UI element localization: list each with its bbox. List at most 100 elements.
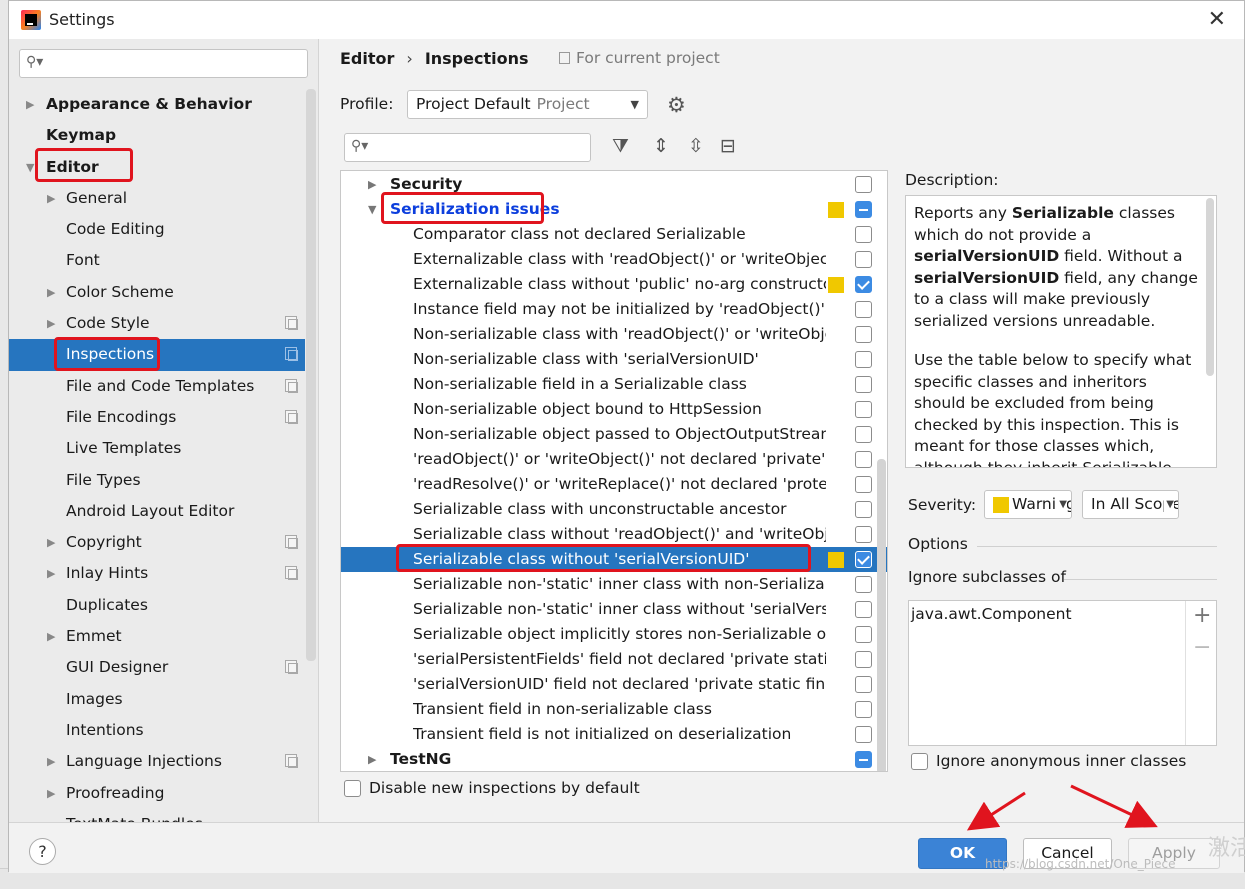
inspection-row[interactable]: Non-serializable object passed to Object…	[341, 422, 887, 447]
inspection-row[interactable]: Externalizable class without 'public' no…	[341, 272, 887, 297]
sidebar-item-color-scheme[interactable]: ▶ Color Scheme	[9, 277, 305, 308]
collapse-all-icon[interactable]: ⇳	[688, 135, 704, 157]
sidebar-item-code-editing[interactable]: Code Editing	[9, 214, 305, 245]
gear-icon[interactable]: ⚙	[667, 93, 686, 117]
sidebar-item-gui-designer[interactable]: GUI Designer	[9, 652, 305, 683]
inspection-checkbox[interactable]	[855, 651, 872, 668]
inspection-checkbox[interactable]	[855, 526, 872, 543]
inspection-row[interactable]: Non-serializable class with 'readObject(…	[341, 322, 887, 347]
sidebar-item-file-types[interactable]: File Types	[9, 465, 305, 496]
inspection-row[interactable]: 'readObject()' or 'writeObject()' not de…	[341, 447, 887, 472]
reset-to-default-icon[interactable]: ⊟	[720, 135, 736, 157]
sidebar-item-duplicates[interactable]: Duplicates	[9, 590, 305, 621]
inspection-checkbox[interactable]	[855, 726, 872, 743]
sidebar-item-android-layout-editor[interactable]: Android Layout Editor	[9, 496, 305, 527]
sidebar-item-general[interactable]: ▶ General	[9, 183, 305, 214]
add-icon[interactable]: +	[1193, 603, 1211, 628]
sidebar-item-copyright[interactable]: ▶ Copyright	[9, 527, 305, 558]
sidebar-item-emmet[interactable]: ▶ Emmet	[9, 621, 305, 652]
inspection-row[interactable]: Serializable object implicitly stores no…	[341, 622, 887, 647]
sidebar-item-inlay-hints[interactable]: ▶ Inlay Hints	[9, 558, 305, 589]
sidebar-item-proofreading[interactable]: ▶ Proofreading	[9, 778, 305, 809]
inspection-row[interactable]: Transient field in non-serializable clas…	[341, 697, 887, 722]
description-scrollbar[interactable]	[1206, 198, 1214, 376]
inspection-row[interactable]: Serializable non-'static' inner class wi…	[341, 572, 887, 597]
inspection-checkbox[interactable]	[855, 601, 872, 618]
inspection-row[interactable]: Non-serializable object bound to HttpSes…	[341, 397, 887, 422]
inspection-row[interactable]: Serializable non-'static' inner class wi…	[341, 597, 887, 622]
sidebar-item-language-injections[interactable]: ▶ Language Injections	[9, 746, 305, 777]
sidebar-item-editor[interactable]: ▼ Editor	[9, 152, 305, 183]
inspection-checkbox[interactable]	[855, 426, 872, 443]
filter-icon[interactable]: ⧩	[612, 135, 629, 157]
inspection-row[interactable]: Externalizable class with 'readObject()'…	[341, 247, 887, 272]
inspection-checkbox[interactable]	[855, 451, 872, 468]
chevron-right-icon[interactable]: ▶	[368, 747, 376, 771]
inspection-checkbox[interactable]	[855, 376, 872, 393]
chevron-right-icon[interactable]: ▶	[47, 778, 55, 809]
inspection-row[interactable]: Serializable class without 'readObject()…	[341, 522, 887, 547]
inspection-checkbox[interactable]	[855, 351, 872, 368]
chevron-down-icon[interactable]: ▼	[368, 197, 376, 222]
inspection-checkbox[interactable]	[855, 301, 872, 318]
chevron-right-icon[interactable]: ▶	[47, 277, 55, 308]
breadcrumb-editor[interactable]: Editor	[340, 49, 394, 68]
inspection-checkbox[interactable]	[855, 551, 872, 568]
sidebar-item-intentions[interactable]: Intentions	[9, 715, 305, 746]
sidebar-item-live-templates[interactable]: Live Templates	[9, 433, 305, 464]
ignore-anonymous-checkbox[interactable]	[911, 753, 928, 770]
inspection-category[interactable]: ▶ Security	[341, 172, 887, 197]
sidebar-scrollbar[interactable]	[306, 89, 316, 661]
chevron-right-icon[interactable]: ▶	[47, 308, 55, 339]
sidebar-item-inspections[interactable]: Inspections	[9, 339, 305, 371]
scope-dropdown[interactable]: In All Scopes ▼	[1082, 490, 1179, 519]
help-button[interactable]: ?	[29, 838, 56, 865]
inspection-row[interactable]: 'serialPersistentFields' field not decla…	[341, 647, 887, 672]
sidebar-item-file-encodings[interactable]: File Encodings	[9, 402, 305, 433]
sidebar-item-font[interactable]: Font	[9, 245, 305, 276]
close-icon[interactable]: ✕	[1208, 7, 1226, 32]
inspection-checkbox[interactable]	[855, 751, 872, 768]
inspection-checkbox[interactable]	[855, 251, 872, 268]
inspection-scrollbar[interactable]	[877, 459, 886, 771]
sidebar-item-keymap[interactable]: Keymap	[9, 120, 305, 151]
inspection-checkbox[interactable]	[855, 176, 872, 193]
chevron-right-icon[interactable]: ▶	[26, 89, 34, 120]
chevron-right-icon[interactable]: ▶	[47, 558, 55, 589]
severity-dropdown[interactable]: Warning ▼	[984, 490, 1072, 519]
inspection-checkbox[interactable]	[855, 276, 872, 293]
chevron-right-icon[interactable]: ▶	[47, 621, 55, 652]
inspection-checkbox[interactable]	[855, 576, 872, 593]
chevron-right-icon[interactable]: ▶	[47, 183, 55, 214]
inspection-checkbox[interactable]	[855, 401, 872, 418]
inspection-row[interactable]: Serializable class with unconstructable …	[341, 497, 887, 522]
profile-dropdown[interactable]: Project Default Project ▼	[407, 90, 648, 119]
sidebar-item-textmate-bundles[interactable]: TextMate Bundles	[9, 809, 305, 822]
inspection-row[interactable]: Non-serializable class with 'serialVersi…	[341, 347, 887, 372]
inspection-checkbox[interactable]	[855, 326, 872, 343]
disable-new-inspections-checkbox[interactable]	[344, 780, 361, 797]
inspection-checkbox[interactable]	[855, 476, 872, 493]
inspection-row[interactable]: Instance field may not be initialized by…	[341, 297, 887, 322]
chevron-right-icon[interactable]: ▶	[368, 172, 376, 197]
inspection-checkbox[interactable]	[855, 676, 872, 693]
ignore-subclasses-list[interactable]: java.awt.Component + −	[908, 600, 1217, 746]
inspection-checkbox[interactable]	[855, 626, 872, 643]
inspection-category[interactable]: ▶ TestNG	[341, 747, 887, 771]
inspection-search-input[interactable]: ⚲▾	[344, 133, 591, 162]
sidebar-item-code-style[interactable]: ▶ Code Style	[9, 308, 305, 339]
sidebar-item-file-and-code-templates[interactable]: File and Code Templates	[9, 371, 305, 402]
inspection-checkbox[interactable]	[855, 226, 872, 243]
inspection-checkbox[interactable]	[855, 701, 872, 718]
inspection-row[interactable]: Serializable class without 'serialVersio…	[341, 547, 887, 572]
inspection-category[interactable]: ▼ Serialization issues	[341, 197, 887, 222]
inspection-checkbox[interactable]	[855, 201, 872, 218]
chevron-right-icon[interactable]: ▶	[47, 746, 55, 777]
settings-search-input[interactable]: ⚲▾	[19, 49, 308, 78]
remove-icon[interactable]: −	[1193, 635, 1211, 660]
expand-all-icon[interactable]: ⇕	[653, 135, 669, 157]
inspection-row[interactable]: 'serialVersionUID' field not declared 'p…	[341, 672, 887, 697]
list-item[interactable]: java.awt.Component	[911, 605, 1072, 623]
sidebar-item-images[interactable]: Images	[9, 684, 305, 715]
sidebar-item-appearance-behavior[interactable]: ▶ Appearance & Behavior	[9, 89, 305, 120]
